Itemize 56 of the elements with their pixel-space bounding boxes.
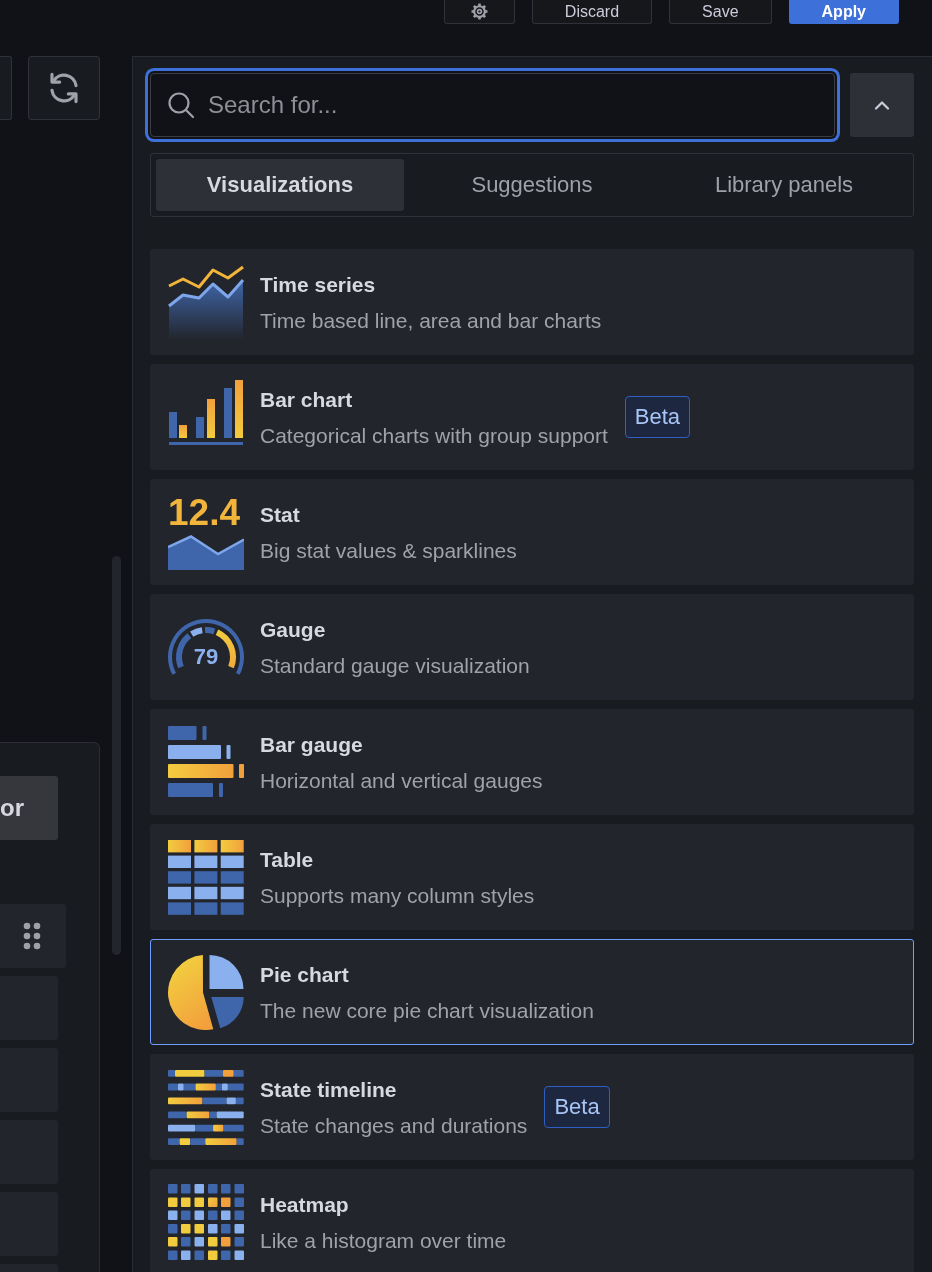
drag-handle-icon[interactable] <box>23 922 41 950</box>
card-title: Heatmap <box>260 1191 350 1218</box>
status-badge: Beta <box>544 1086 610 1128</box>
visualization-card[interactable]: 79 Gauge Standard gauge visualization <box>150 594 914 700</box>
card-description: Time based line, area and bar charts <box>260 307 602 334</box>
list-row[interactable] <box>0 904 66 968</box>
area-chart-icon <box>168 535 244 570</box>
card-description: State changes and durations <box>260 1112 528 1139</box>
refresh-icon <box>48 72 80 104</box>
card-title: Time series <box>260 271 377 298</box>
status-badge: Beta <box>624 396 691 438</box>
toolbar-button[interactable]: Discard <box>531 0 653 24</box>
gear-icon <box>470 3 488 20</box>
card-title: State timeline <box>260 1076 398 1103</box>
visualization-card[interactable]: State timeline State changes and durations Beta <box>150 1054 914 1160</box>
timeline-bars-icon <box>168 1069 244 1145</box>
card-title: Stat <box>260 501 301 528</box>
primary-button[interactable]: Apply <box>788 0 899 24</box>
visualization-card[interactable]: Bar chart Categorical charts with group support Beta <box>150 364 914 470</box>
card-title: Table <box>260 846 315 873</box>
card-title: Pie chart <box>260 961 350 988</box>
toolbar-button[interactable] <box>0 56 12 120</box>
visualization-card[interactable]: Time series Time based line, area and bar charts <box>150 249 914 355</box>
search-icon <box>167 91 195 119</box>
card-title: Bar gauge <box>260 731 364 758</box>
visualization-card[interactable]: Table Supports many column styles <box>150 824 914 930</box>
action-button[interactable]: or <box>0 776 58 840</box>
card-description: Supports many column styles <box>260 882 535 909</box>
card-description: Like a histogram over time <box>260 1227 507 1254</box>
visualization-card[interactable]: Heatmap Like a histogram over time <box>150 1169 914 1272</box>
tab[interactable]: Visualizations <box>156 159 404 211</box>
table-grid-icon <box>168 839 244 915</box>
card-title: Bar chart <box>260 386 354 413</box>
chevron-up-icon <box>874 100 890 110</box>
search-field[interactable]: Search for... <box>150 73 835 137</box>
card-description: The new core pie chart visualization <box>260 997 594 1024</box>
heatmap-grid-icon <box>168 1184 244 1260</box>
stat-value-text: 12.4 <box>168 494 240 531</box>
card-title: Gauge <box>260 616 327 643</box>
visualization-card[interactable]: Bar gauge Horizontal and vertical gauges <box>150 709 914 815</box>
card-description: Standard gauge visualization <box>260 652 530 679</box>
tab[interactable]: Library panels <box>660 159 908 211</box>
card-description: Horizontal and vertical gauges <box>260 767 543 794</box>
collapse-button[interactable] <box>850 73 914 137</box>
refresh-button[interactable] <box>28 56 100 120</box>
pie-chart-icon <box>168 954 244 1030</box>
card-description: Categorical charts with group support <box>260 422 608 449</box>
card-description: Big stat values & sparklines <box>260 537 517 564</box>
gauge-value-text: 79 <box>193 645 219 669</box>
settings-button[interactable] <box>443 0 515 24</box>
visualization-card[interactable]: 12.4 Stat Big stat values & sparklines <box>150 479 914 585</box>
toolbar-button[interactable]: Save <box>669 0 772 24</box>
visualization-card[interactable]: Pie chart The new core pie chart visualization <box>150 939 914 1045</box>
tab[interactable]: Suggestions <box>408 159 656 211</box>
line-chart-icon <box>168 264 244 340</box>
bar-gauge-icon <box>168 724 244 800</box>
